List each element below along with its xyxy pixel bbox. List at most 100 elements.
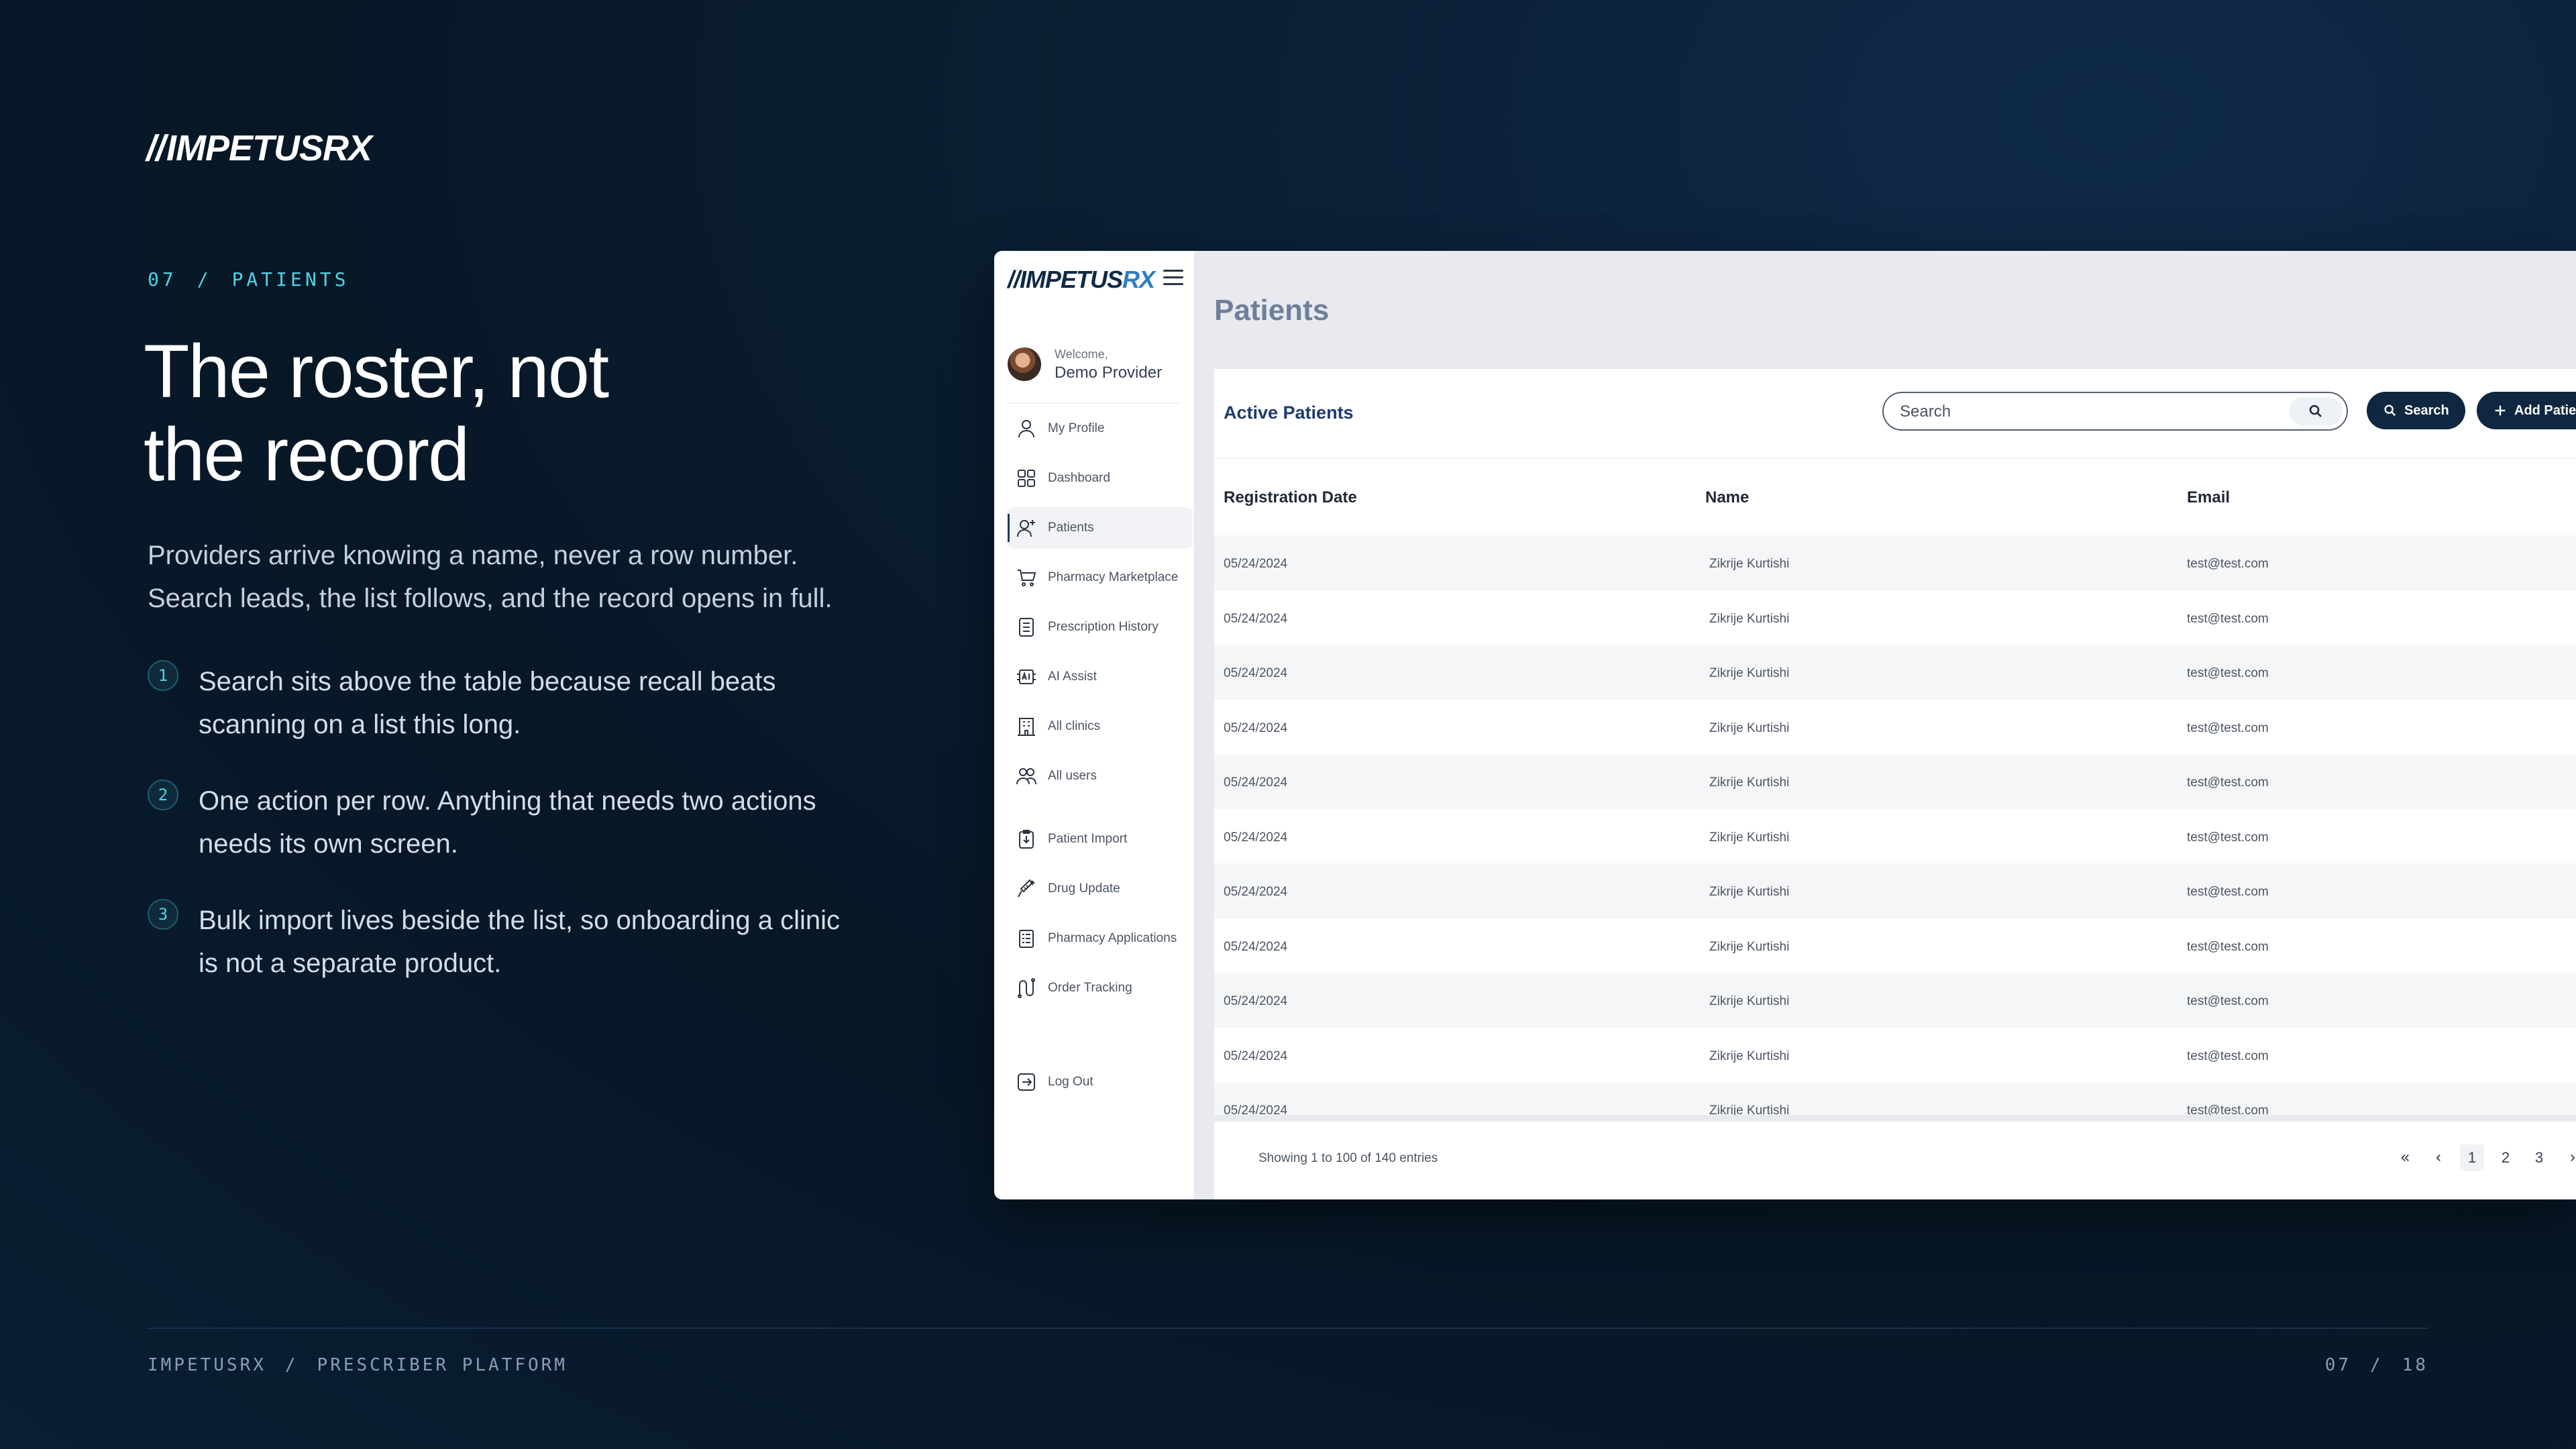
app-window: //IMPETUSRX Welcome, Demo Provider My Pr… [994, 251, 2576, 1199]
welcome-greeting: Welcome, [1055, 347, 1108, 361]
dashboard-icon [1014, 466, 1038, 490]
column-header-registration-date[interactable]: Registration Date [1224, 488, 1357, 507]
app-logo[interactable]: //IMPETUSRX [1008, 266, 1155, 294]
sidebar-item-patient-import[interactable]: Patient Import [1008, 818, 1193, 860]
point-number-badge: 3 [148, 899, 178, 930]
sidebar-item-drug-update[interactable]: Drug Update [1008, 868, 1193, 910]
sidebar-item-dashboard[interactable]: Dashboard [1008, 458, 1193, 499]
sidebar-item-ai-assist[interactable]: AI Assist [1008, 656, 1193, 698]
users-icon [1014, 764, 1038, 788]
email-cell: test@test.com [2187, 775, 2269, 790]
registration-date-cell: 05/24/2024 [1224, 720, 1288, 735]
sidebar-item-label: Patient Import [1048, 832, 1128, 846]
search-input[interactable] [1900, 400, 2275, 424]
table-header: Registration Date Name Email [1214, 458, 2576, 525]
import-icon [1014, 827, 1038, 851]
page-2-button[interactable]: 2 [2489, 1144, 2522, 1171]
section-kicker: 07 / PATIENTS [148, 268, 349, 290]
lede-paragraph: Providers arrive knowing a name, never a… [148, 534, 885, 620]
headline-line: The roster, not [144, 329, 609, 413]
sidebar-item-my-profile[interactable]: My Profile [1008, 408, 1193, 449]
table-row[interactable]: 05/24/2024 Zikrije Kurtishi test@test.com [1214, 590, 2576, 645]
sidebar-item-log-out[interactable]: Log Out [1008, 1061, 1193, 1103]
name-cell: Zikrije Kurtishi [1709, 885, 1790, 899]
email-cell: test@test.com [2187, 557, 2269, 571]
page-title: Patients [1214, 294, 1330, 327]
ai-chip-icon [1014, 665, 1038, 689]
point-text: Search sits above the table because reca… [199, 667, 776, 739]
name-cell: Zikrije Kurtishi [1709, 666, 1790, 680]
email-cell: test@test.com [2187, 611, 2269, 626]
first-page-icon[interactable] [2388, 1144, 2422, 1171]
previous-page-icon[interactable] [2422, 1144, 2455, 1171]
name-cell: Zikrije Kurtishi [1709, 557, 1790, 571]
clipboard-icon [1014, 926, 1038, 951]
card-title: Active Patients [1224, 402, 1354, 423]
column-header-name[interactable]: Name [1705, 488, 1749, 507]
table-row[interactable]: 05/24/2024 Zikrije Kurtishi test@test.com [1214, 645, 2576, 700]
table-row[interactable]: 05/24/2024 Zikrije Kurtishi test@test.com [1214, 863, 2576, 918]
next-page-icon[interactable] [2556, 1144, 2576, 1171]
sidebar-item-patients[interactable]: Patients [1008, 507, 1193, 549]
sidebar-item-all-clinics[interactable]: All clinics [1008, 706, 1193, 747]
registration-date-cell: 05/24/2024 [1224, 557, 1288, 571]
column-header-email[interactable]: Email [2187, 488, 2230, 507]
registration-date-cell: 05/24/2024 [1224, 994, 1288, 1008]
table-row[interactable]: 05/24/2024 Zikrije Kurtishi test@test.com [1214, 1082, 2576, 1115]
menu-icon[interactable] [1163, 270, 1183, 287]
plus-icon [2495, 405, 2506, 416]
table-row[interactable]: 05/24/2024 Zikrije Kurtishi test@test.com [1214, 700, 2576, 755]
table-row[interactable]: 05/24/2024 Zikrije Kurtishi test@test.com [1214, 535, 2576, 590]
footer-divider [148, 1328, 2428, 1329]
syringe-icon [1014, 877, 1038, 901]
page-3-button[interactable]: 3 [2522, 1144, 2556, 1171]
name-cell: Zikrije Kurtishi [1709, 720, 1790, 735]
table-row[interactable]: 05/24/2024 Zikrije Kurtishi test@test.com [1214, 754, 2576, 809]
registration-date-cell: 05/24/2024 [1224, 775, 1288, 790]
main-content: Patients Active Patients Search Add Pati… [1195, 251, 2576, 1199]
kicker-number: 07 [148, 268, 177, 290]
kicker-label: PATIENTS [231, 268, 350, 290]
avatar[interactable] [1008, 347, 1041, 381]
table-scrollbar-track[interactable] [1214, 1115, 2576, 1122]
table-row[interactable]: 05/24/2024 Zikrije Kurtishi test@test.com [1214, 809, 2576, 864]
kicker-separator: / [197, 268, 212, 290]
table-row[interactable]: 05/24/2024 Zikrije Kurtishi test@test.com [1214, 918, 2576, 973]
sidebar-item-label: Order Tracking [1048, 981, 1132, 995]
email-cell: test@test.com [2187, 720, 2269, 735]
welcome-block: Welcome, Demo Provider [1008, 345, 1186, 385]
sidebar-item-label: All users [1048, 769, 1097, 783]
table-row[interactable]: 05/24/2024 Zikrije Kurtishi test@test.com [1214, 1028, 2576, 1083]
registration-date-cell: 05/24/2024 [1224, 1104, 1288, 1115]
search-icon[interactable] [2289, 397, 2343, 425]
footer-brand: IMPETUSRX [148, 1355, 266, 1375]
search-button[interactable]: Search [2367, 392, 2465, 429]
sidebar-item-pharmacy-applications[interactable]: Pharmacy Applications [1008, 918, 1193, 959]
app-logo-main: IMPETUS [1020, 266, 1123, 293]
name-cell: Zikrije Kurtishi [1709, 939, 1790, 954]
registration-date-cell: 05/24/2024 [1224, 885, 1288, 899]
cart-icon [1014, 566, 1038, 590]
add-patient-button[interactable]: Add Patient [2477, 392, 2576, 429]
point-number-badge: 1 [148, 660, 178, 691]
sidebar-item-label: Log Out [1048, 1075, 1093, 1089]
name-cell: Zikrije Kurtishi [1709, 775, 1790, 790]
sidebar-item-pharmacy-marketplace[interactable]: Pharmacy Marketplace [1008, 557, 1193, 598]
table-row[interactable]: 05/24/2024 Zikrije Kurtishi test@test.com [1214, 973, 2576, 1028]
sidebar-item-order-tracking[interactable]: Order Tracking [1008, 967, 1193, 1009]
page-1-button[interactable]: 1 [2460, 1144, 2484, 1171]
key-point: 3 Bulk import lives beside the list, so … [148, 899, 859, 985]
search-field [1882, 392, 2348, 431]
sidebar: //IMPETUSRX Welcome, Demo Provider My Pr… [994, 251, 1195, 1199]
point-number-badge: 2 [148, 780, 178, 810]
sidebar-item-label: Drug Update [1048, 881, 1120, 896]
footer-caption: IMPETUSRX / PRESCRIBER PLATFORM [148, 1355, 568, 1375]
user-icon [1014, 417, 1038, 441]
app-logo-accent: RX [1122, 266, 1155, 293]
sidebar-item-prescription-history[interactable]: Prescription History [1008, 606, 1193, 648]
slide-number: 07 [2324, 1355, 2352, 1375]
email-cell: test@test.com [2187, 994, 2269, 1008]
sidebar-item-label: AI Assist [1048, 669, 1097, 684]
sidebar-item-all-users[interactable]: All users [1008, 755, 1193, 797]
search-icon [2384, 405, 2396, 417]
